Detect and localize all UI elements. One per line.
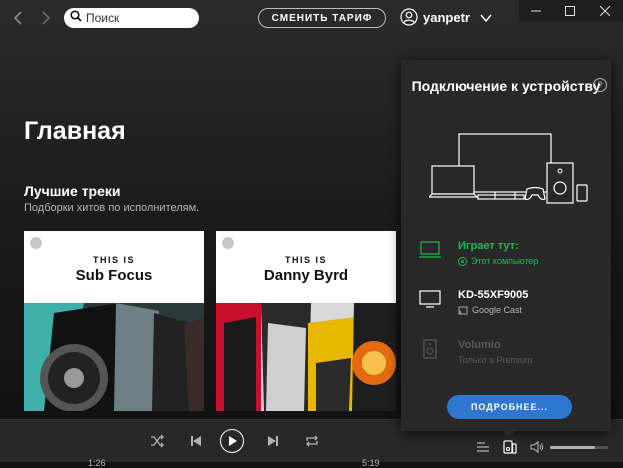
repeat-icon[interactable] (303, 432, 321, 450)
device-connect-popup: Подключение к устройству ? Играет тут: Э… (401, 60, 611, 431)
device-subtitle: Этот компьютер (458, 256, 538, 266)
time-elapsed: 1:26 (88, 458, 106, 468)
spotify-logo-icon (30, 237, 42, 249)
spotify-logo-icon (222, 237, 234, 249)
volume-slider[interactable] (550, 446, 608, 449)
back-arrow-icon[interactable] (10, 9, 28, 27)
minimize-icon[interactable] (519, 0, 553, 22)
top-bar: СМЕНИТЬ ТАРИФ yanpetr (0, 0, 623, 36)
section-subtitle: Подборки хитов по исполнителям. (24, 202, 200, 214)
speaker-wave-icon (458, 256, 467, 266)
page-title: Главная (24, 117, 126, 145)
device-subtitle: Только в Premium (458, 355, 533, 365)
search-icon (70, 9, 82, 27)
forward-arrow-icon[interactable] (36, 9, 54, 27)
card-artist: Sub Focus (75, 267, 153, 284)
device-name: Играет тут: (458, 240, 519, 252)
cast-icon (458, 306, 468, 314)
popup-pointer (503, 431, 515, 437)
shuffle-icon[interactable] (148, 432, 166, 450)
volume-icon[interactable] (528, 438, 546, 456)
devices-icon[interactable] (501, 438, 519, 456)
search-box[interactable] (64, 8, 199, 28)
device-item-kd-55xf9005[interactable]: KD-55XF9005 Google Cast (419, 289, 528, 315)
upgrade-button[interactable]: СМЕНИТЬ ТАРИФ (258, 8, 386, 28)
card-artwork (216, 303, 396, 411)
close-icon[interactable] (588, 0, 622, 22)
queue-icon[interactable] (474, 438, 492, 456)
device-name: KD-55XF9005 (458, 289, 529, 301)
app-window: СМЕНИТЬ ТАРИФ yanpetr Главная Лучшие тре… (0, 0, 623, 468)
username: yanpetr (423, 9, 470, 25)
search-input[interactable] (82, 11, 196, 25)
time-total: 5:19 (362, 458, 380, 468)
card-artist: Danny Byrd (263, 267, 349, 284)
play-icon (229, 436, 237, 446)
user-avatar-icon (400, 8, 418, 26)
device-subtitle: Google Cast (458, 305, 528, 315)
next-track-icon[interactable] (264, 432, 282, 450)
devices-illustration (429, 133, 588, 204)
play-button[interactable] (220, 429, 244, 453)
device-name: Volumio (458, 339, 501, 351)
card-prefix: THIS IS (92, 255, 135, 265)
playlist-card-danny-byrd[interactable]: THIS IS Danny Byrd (216, 231, 396, 411)
device-item-volumio: Volumio Только в Premium (419, 339, 532, 365)
playlist-card-sub-focus[interactable]: THIS IS Sub Focus (24, 231, 204, 411)
card-artwork (24, 303, 204, 411)
laptop-icon (419, 240, 441, 260)
device-item-this-computer[interactable]: Играет тут: Этот компьютер (419, 240, 538, 266)
popup-title: Подключение к устройству (411, 78, 601, 94)
volume-level (550, 446, 596, 449)
previous-track-icon[interactable] (187, 432, 205, 450)
learn-more-button[interactable]: ПОДРОБНЕЕ... (447, 395, 572, 419)
chevron-down-icon[interactable] (478, 10, 494, 26)
tv-icon (419, 289, 441, 309)
section-title[interactable]: Лучшие треки (24, 183, 121, 199)
help-icon[interactable]: ? (593, 78, 607, 92)
card-prefix: THIS IS (284, 255, 327, 265)
speaker-icon (419, 339, 441, 359)
maximize-icon[interactable] (553, 0, 587, 22)
user-menu[interactable]: yanpetr (400, 8, 470, 26)
